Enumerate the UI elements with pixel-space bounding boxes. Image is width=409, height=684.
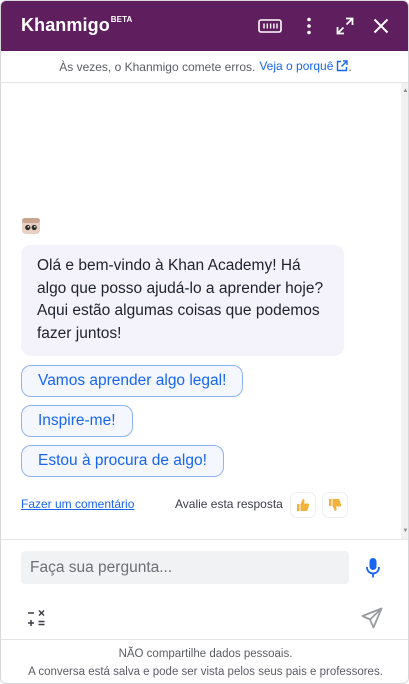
disclaimer-suffix: . <box>348 59 352 74</box>
suggestion-button-learn[interactable]: Vamos aprender algo legal! <box>21 365 244 397</box>
beta-badge: BETA <box>110 15 133 24</box>
more-vertical-icon[interactable] <box>297 14 321 38</box>
footer-line-1: NÃO compartilhe dados pessoais. <box>118 648 293 660</box>
expand-icon[interactable] <box>333 14 357 38</box>
microphone-icon[interactable] <box>361 555 385 581</box>
math-keypad-icon[interactable] <box>25 606 49 630</box>
thumbs-down-icon[interactable] <box>323 493 347 517</box>
header-bar: KhanmigoBETA <box>1 1 408 51</box>
chat-area: Olá e bem-vindo à Khan Academy! Há algo … <box>1 83 408 539</box>
scroll-up-arrow-icon[interactable]: ▲ <box>402 87 408 95</box>
khanmigo-avatar-icon <box>21 217 41 235</box>
app-title: Khanmigo <box>21 15 110 35</box>
suggestion-button-looking[interactable]: Estou à procura de algo! <box>21 445 224 477</box>
khanmigo-panel: KhanmigoBETA Às vezes, o Khanmigo comete… <box>0 0 409 684</box>
chat-scrollbar[interactable]: ▲ ▼ <box>401 83 408 539</box>
disclaimer-text: Às vezes, o Khanmigo comete erros. <box>59 59 256 74</box>
keyboard-icon[interactable] <box>258 14 282 38</box>
thumbs-up-icon[interactable] <box>291 493 315 517</box>
send-icon[interactable] <box>359 605 385 631</box>
privacy-footer: NÃO compartilhe dados pessoais. A conver… <box>1 639 408 683</box>
assistant-message: Olá e bem-vindo à Khan Academy! Há algo … <box>21 245 344 356</box>
why-link[interactable]: Veja o porquê <box>259 59 349 75</box>
disclaimer-bar: Às vezes, o Khanmigo comete erros. Veja … <box>1 51 408 83</box>
question-input[interactable] <box>21 551 349 584</box>
composer <box>1 539 408 639</box>
feedback-link[interactable]: Fazer um comentário <box>21 497 134 511</box>
brand-title: KhanmigoBETA <box>21 15 132 36</box>
footer-line-2: A conversa está salva e pode ser vista p… <box>28 666 383 678</box>
scroll-down-arrow-icon[interactable]: ▼ <box>402 527 408 535</box>
suggestion-button-inspire[interactable]: Inspire-me! <box>21 405 133 437</box>
external-link-icon <box>336 59 349 75</box>
close-icon[interactable] <box>369 14 393 38</box>
rate-label: Avalie esta resposta <box>175 497 283 511</box>
